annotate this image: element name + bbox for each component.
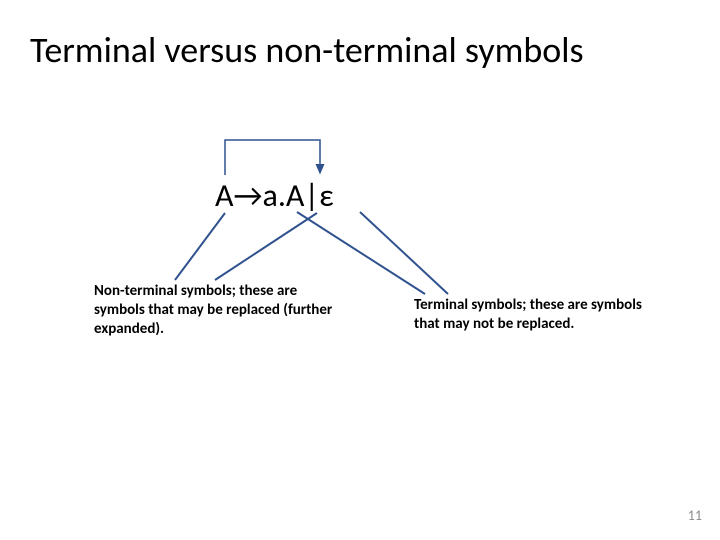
nonterminal-A-right: A	[286, 176, 305, 215]
arrows-overlay	[0, 0, 720, 540]
terminal-epsilon: ε	[319, 176, 334, 215]
terminal-a: a.	[262, 176, 285, 215]
arrow-symbol: →	[234, 176, 263, 215]
annotation-terminal: Terminal symbols; these are symbols that…	[414, 296, 664, 334]
annotation-nonterminal: Non-terminal symbols; these are symbols …	[94, 282, 344, 338]
bar-symbol: |	[304, 176, 319, 215]
page-number: 11	[688, 507, 702, 524]
slide-title: Terminal versus non-terminal symbols	[30, 28, 584, 72]
slide: Terminal versus non-terminal symbols A →…	[0, 0, 720, 540]
grammar-rule: A → a.A | ε	[215, 176, 334, 215]
nonterminal-A-left: A	[215, 176, 234, 215]
